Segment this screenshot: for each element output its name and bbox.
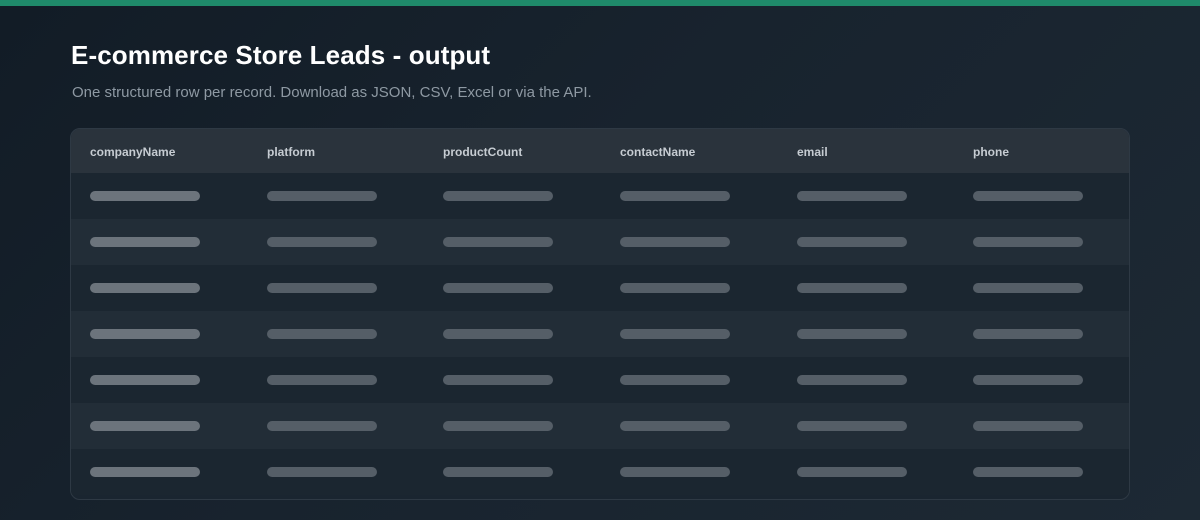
skeleton-cell xyxy=(267,283,377,293)
skeleton-cell xyxy=(797,375,907,385)
skeleton-cell xyxy=(267,421,377,431)
skeleton-cell xyxy=(620,329,730,339)
skeleton-cell xyxy=(443,467,553,477)
column-header-contact-name[interactable]: contactName xyxy=(620,129,695,173)
column-header-phone[interactable]: phone xyxy=(973,129,1009,173)
skeleton-cell xyxy=(797,191,907,201)
skeleton-cell xyxy=(973,467,1083,477)
skeleton-cell xyxy=(90,237,200,247)
skeleton-cell xyxy=(443,421,553,431)
table-row xyxy=(71,311,1129,357)
skeleton-cell xyxy=(90,283,200,293)
table-row xyxy=(71,265,1129,311)
skeleton-cell xyxy=(267,467,377,477)
skeleton-cell xyxy=(797,329,907,339)
column-header-product-count[interactable]: productCount xyxy=(443,129,522,173)
skeleton-cell xyxy=(797,421,907,431)
page-subtitle: One structured row per record. Download … xyxy=(72,84,592,101)
skeleton-cell xyxy=(797,467,907,477)
column-header-company-name[interactable]: companyName xyxy=(90,129,175,173)
top-accent-bar xyxy=(0,0,1200,6)
skeleton-cell xyxy=(973,329,1083,339)
table-body xyxy=(71,173,1129,495)
skeleton-cell xyxy=(90,467,200,477)
skeleton-cell xyxy=(973,375,1083,385)
skeleton-cell xyxy=(443,375,553,385)
skeleton-cell xyxy=(797,283,907,293)
skeleton-cell xyxy=(973,191,1083,201)
skeleton-cell xyxy=(620,467,730,477)
table-row xyxy=(71,219,1129,265)
skeleton-cell xyxy=(620,237,730,247)
skeleton-cell xyxy=(267,329,377,339)
skeleton-cell xyxy=(620,283,730,293)
skeleton-cell xyxy=(620,191,730,201)
skeleton-cell xyxy=(267,237,377,247)
table-header-row: companyName platform productCount contac… xyxy=(71,129,1129,173)
skeleton-cell xyxy=(267,375,377,385)
skeleton-cell xyxy=(443,283,553,293)
skeleton-cell xyxy=(797,237,907,247)
column-header-email[interactable]: email xyxy=(797,129,828,173)
skeleton-cell xyxy=(267,191,377,201)
skeleton-cell xyxy=(443,329,553,339)
skeleton-cell xyxy=(620,375,730,385)
skeleton-cell xyxy=(973,283,1083,293)
skeleton-cell xyxy=(90,421,200,431)
page-title: E-commerce Store Leads - output xyxy=(71,40,491,70)
skeleton-cell xyxy=(973,237,1083,247)
table-row xyxy=(71,357,1129,403)
table-row xyxy=(71,173,1129,219)
output-table: companyName platform productCount contac… xyxy=(70,128,1130,500)
column-header-platform[interactable]: platform xyxy=(267,129,315,173)
skeleton-cell xyxy=(443,191,553,201)
skeleton-cell xyxy=(973,421,1083,431)
skeleton-cell xyxy=(90,191,200,201)
skeleton-cell xyxy=(90,329,200,339)
table-row xyxy=(71,449,1129,495)
skeleton-cell xyxy=(443,237,553,247)
skeleton-cell xyxy=(620,421,730,431)
table-row xyxy=(71,403,1129,449)
skeleton-cell xyxy=(90,375,200,385)
